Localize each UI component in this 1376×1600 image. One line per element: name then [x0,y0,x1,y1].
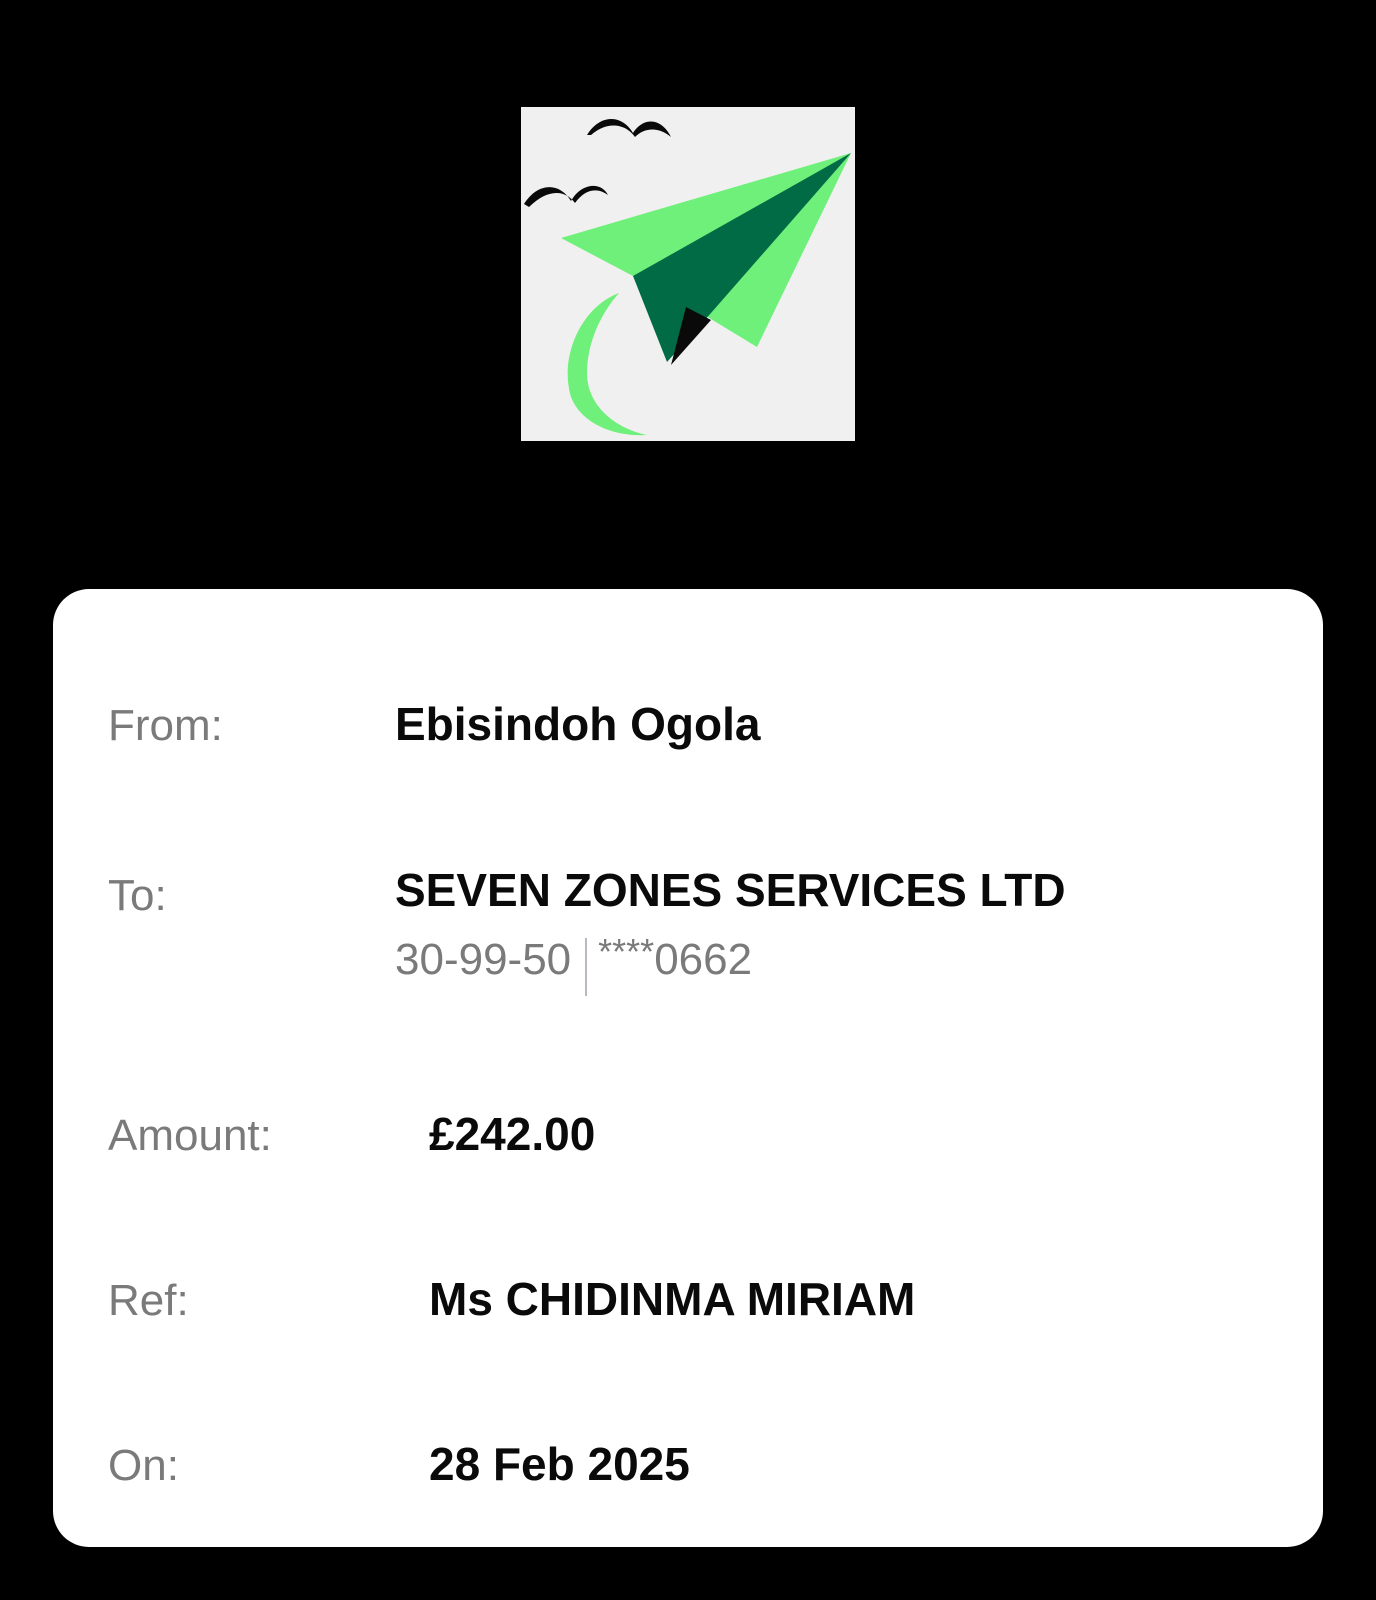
account-mask: **** [598,931,655,972]
amount-label: Amount: [108,1111,272,1160]
date-label: On: [108,1441,179,1490]
account-details: 30-99-50 **** 0662 [395,934,753,996]
from-label: From: [108,701,223,750]
sort-code: 30-99-50 [395,935,572,984]
from-name: Ebisindoh Ogola [395,698,761,750]
paper-plane-icon [524,118,851,436]
app-logo [521,107,855,441]
ref-value: Ms CHIDINMA MIRIAM [429,1273,916,1325]
account-last4: 0662 [654,935,753,984]
date-value: 28 Feb 2025 [429,1438,690,1490]
to-label: To: [108,871,167,920]
amount-value: £242.00 [429,1108,596,1160]
transfer-details-card: From: Ebisindoh Ogola To: SEVEN ZONES SE… [53,589,1323,1547]
ref-label: Ref: [108,1276,189,1325]
account-divider [585,938,588,996]
to-name: SEVEN ZONES SERVICES LTD [395,864,1066,916]
